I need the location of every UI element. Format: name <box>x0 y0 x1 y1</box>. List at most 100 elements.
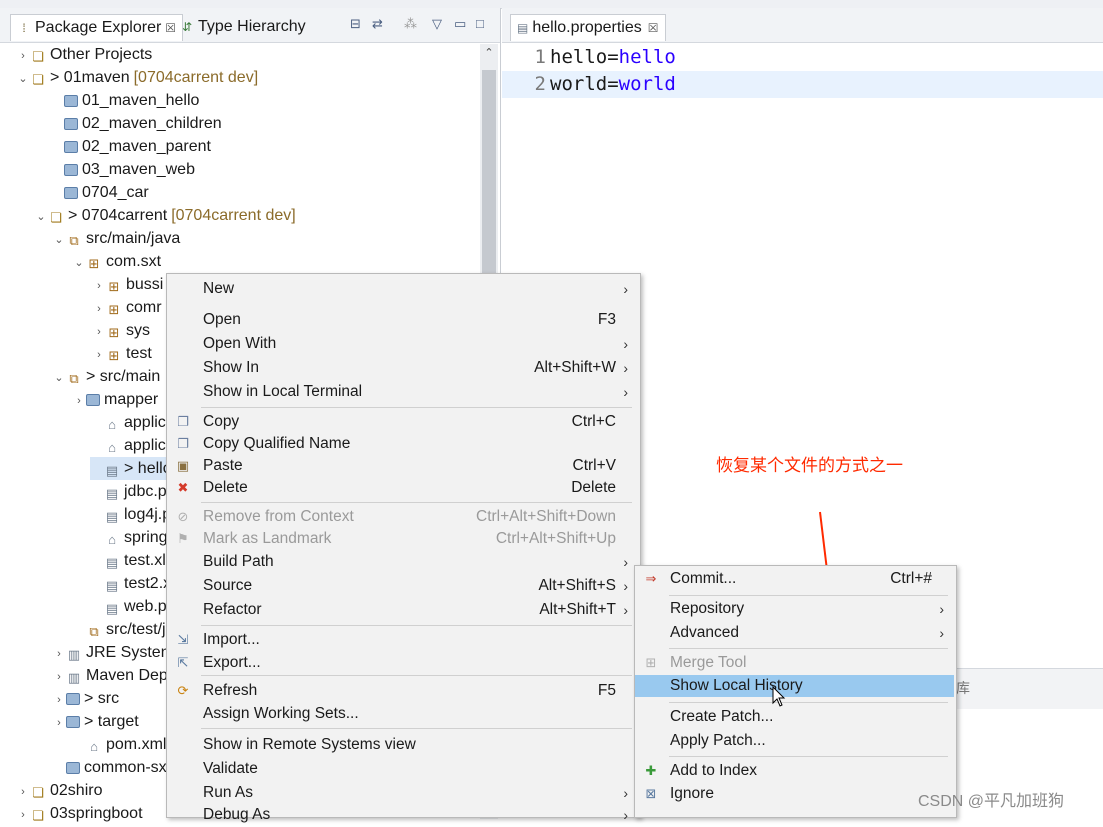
menu-item-label: Add to Index <box>670 762 758 779</box>
close-icon[interactable]: ☒ <box>165 21 176 35</box>
chevron-right-icon[interactable]: › <box>92 344 106 367</box>
menu-item-paste[interactable]: ▣ Paste Ctrl+V <box>167 455 638 477</box>
tree-item-label: common-sxt <box>84 759 172 776</box>
left-tab-bar: ⁞ Package Explorer ☒ ⇵ Type Hierarchy ⊟ ⇄ ⁂… <box>0 8 500 43</box>
chevron-down-icon[interactable]: ⌄ <box>72 252 86 275</box>
menu-item-create-patch[interactable]: Create Patch... <box>635 706 954 728</box>
menu-item-label: Copy <box>203 413 240 430</box>
code-line[interactable]: 1 hello=hello <box>502 44 1103 71</box>
menu-item-advanced[interactable]: Advanced › <box>635 622 954 644</box>
tree-item[interactable]: 01_maven_hello <box>50 89 478 112</box>
menu-item-refresh[interactable]: ⟳ Refresh F5 <box>167 680 638 702</box>
menu-item-assign-working-sets[interactable]: Assign Working Sets... <box>167 703 638 725</box>
menu-item-refactor[interactable]: Refactor Alt+Shift+T › <box>167 599 638 621</box>
chevron-right-icon[interactable]: › <box>52 689 66 712</box>
menu-item-source[interactable]: Source Alt+Shift+S › <box>167 575 638 597</box>
copy-icon: ❐ <box>177 436 189 451</box>
filter-icon[interactable]: ⁂ <box>404 16 417 32</box>
tree-item[interactable]: ⌄ ⊞ com.sxt <box>72 250 478 273</box>
tab-type-hierarchy[interactable]: ⇵ Type Hierarchy <box>180 14 306 40</box>
editor-tab-bar: ▤ hello.properties ☒ <box>502 8 1103 43</box>
tree-item[interactable]: › ❏ Other Projects <box>16 43 478 66</box>
tree-item-label: 02shiro <box>50 782 103 799</box>
menu-item-shortcut: Delete <box>571 479 616 496</box>
menu-item-validate[interactable]: Validate <box>167 758 638 780</box>
menu-item-commit[interactable]: ⇒ Commit... Ctrl+# <box>635 568 954 590</box>
chevron-right-icon: › <box>939 625 944 641</box>
tree-item[interactable]: 02_maven_parent <box>50 135 478 158</box>
close-icon[interactable]: ☒ <box>648 21 659 35</box>
chevron-right-icon[interactable]: › <box>72 390 86 413</box>
landmark-icon: ⚑ <box>177 531 189 546</box>
chevron-down-icon[interactable]: ⌄ <box>34 206 48 229</box>
scroll-up-icon[interactable]: ⌃ <box>480 44 498 62</box>
package-icon: ⊞ <box>108 348 120 363</box>
menu-item-delete[interactable]: ✖ Delete Delete <box>167 477 638 499</box>
chevron-right-icon[interactable]: › <box>16 781 30 804</box>
tree-item[interactable]: 0704_car <box>50 181 478 204</box>
chevron-right-icon[interactable]: › <box>16 45 30 68</box>
package-icon: ⊞ <box>108 279 120 294</box>
xml-file-icon: ⌂ <box>108 532 116 547</box>
chevron-right-icon[interactable]: › <box>92 321 106 344</box>
menu-item-label: Run As <box>203 784 253 801</box>
folder-icon <box>86 394 100 406</box>
menu-item-show-local-history[interactable]: Show Local History <box>635 675 954 697</box>
menu-item-ignore[interactable]: ⊠ Ignore <box>635 783 954 805</box>
maximize-icon[interactable]: □ <box>476 16 484 31</box>
minimize-icon[interactable]: ▭ <box>454 16 466 32</box>
chevron-right-icon: › <box>623 336 628 352</box>
menu-item-open[interactable]: Open F3 <box>167 309 638 331</box>
menu-item-show-in[interactable]: Show In Alt+Shift+W › <box>167 357 638 379</box>
chevron-right-icon: › <box>623 384 628 400</box>
menu-item-new[interactable]: New › <box>167 278 638 300</box>
properties-file-icon: ▤ <box>105 601 119 616</box>
tree-item[interactable]: 02_maven_children <box>50 112 478 135</box>
tree-item[interactable]: ⌄ ⧉ src/main/java <box>52 227 478 250</box>
menu-item-debug-as[interactable]: Debug As › <box>167 804 638 826</box>
chevron-right-icon: › <box>623 785 628 801</box>
code-line-current[interactable]: 2 world=world <box>502 71 1103 98</box>
chevron-right-icon[interactable]: › <box>52 666 66 689</box>
chevron-right-icon[interactable]: › <box>92 298 106 321</box>
menu-item-copy[interactable]: ❐ Copy Ctrl+C <box>167 411 638 433</box>
property-value: hello <box>618 46 676 68</box>
view-menu-icon[interactable]: ▽ <box>432 16 442 32</box>
chevron-down-icon[interactable]: ⌄ <box>52 367 66 390</box>
menu-item-add-to-index[interactable]: ✚ Add to Index <box>635 760 954 782</box>
menu-item-label: Apply Patch... <box>670 732 766 749</box>
package-explorer-icon: ⁞ <box>22 21 26 35</box>
tree-item[interactable]: ⌄ ❏ > 01maven [0704carrent dev] <box>16 66 478 89</box>
chevron-down-icon[interactable]: ⌄ <box>16 68 30 91</box>
menu-separator <box>201 407 632 408</box>
tree-item-label: src/main/java <box>86 230 181 247</box>
menu-item-copy-qualified-name[interactable]: ❐ Copy Qualified Name <box>167 433 638 455</box>
menu-item-label: Show In <box>203 359 260 376</box>
chevron-right-icon[interactable]: › <box>52 712 66 735</box>
chevron-down-icon[interactable]: ⌄ <box>52 229 66 252</box>
editor-tab-hello-properties[interactable]: ▤ hello.properties ☒ <box>510 14 666 41</box>
menu-item-label: Commit... <box>670 570 737 587</box>
menu-item-run-as[interactable]: Run As › <box>167 782 638 804</box>
menu-item-show-in-local-terminal[interactable]: Show in Local Terminal › <box>167 381 638 403</box>
menu-item-build-path[interactable]: Build Path › <box>167 551 638 573</box>
tree-item[interactable]: ⌄ ❏ > 0704carrent [0704carrent dev] <box>34 204 478 227</box>
menu-item-label: Assign Working Sets... <box>203 705 359 722</box>
project-icon: ❏ <box>32 72 44 87</box>
chevron-right-icon[interactable]: › <box>92 275 106 298</box>
menu-item-apply-patch[interactable]: Apply Patch... <box>635 730 954 752</box>
menu-item-shortcut: Alt+Shift+S <box>538 577 616 594</box>
tree-item[interactable]: 03_maven_web <box>50 158 478 181</box>
menu-item-export[interactable]: ⇱ Export... <box>167 652 638 674</box>
tab-package-explorer[interactable]: ⁞ Package Explorer ☒ <box>10 14 184 41</box>
menu-item-label: Merge Tool <box>670 654 747 671</box>
link-with-editor-icon[interactable]: ⇄ <box>372 16 383 32</box>
tree-scrollbar-thumb[interactable] <box>482 70 496 305</box>
menu-item-repository[interactable]: Repository › <box>635 598 954 620</box>
chevron-right-icon[interactable]: › <box>52 643 66 666</box>
menu-item-show-in-remote-systems-view[interactable]: Show in Remote Systems view <box>167 734 638 756</box>
xml-file-icon: ⌂ <box>108 417 116 432</box>
menu-item-import[interactable]: ⇲ Import... <box>167 629 638 651</box>
collapse-all-icon[interactable]: ⊟ <box>350 16 361 32</box>
menu-item-open-with[interactable]: Open With › <box>167 333 638 355</box>
